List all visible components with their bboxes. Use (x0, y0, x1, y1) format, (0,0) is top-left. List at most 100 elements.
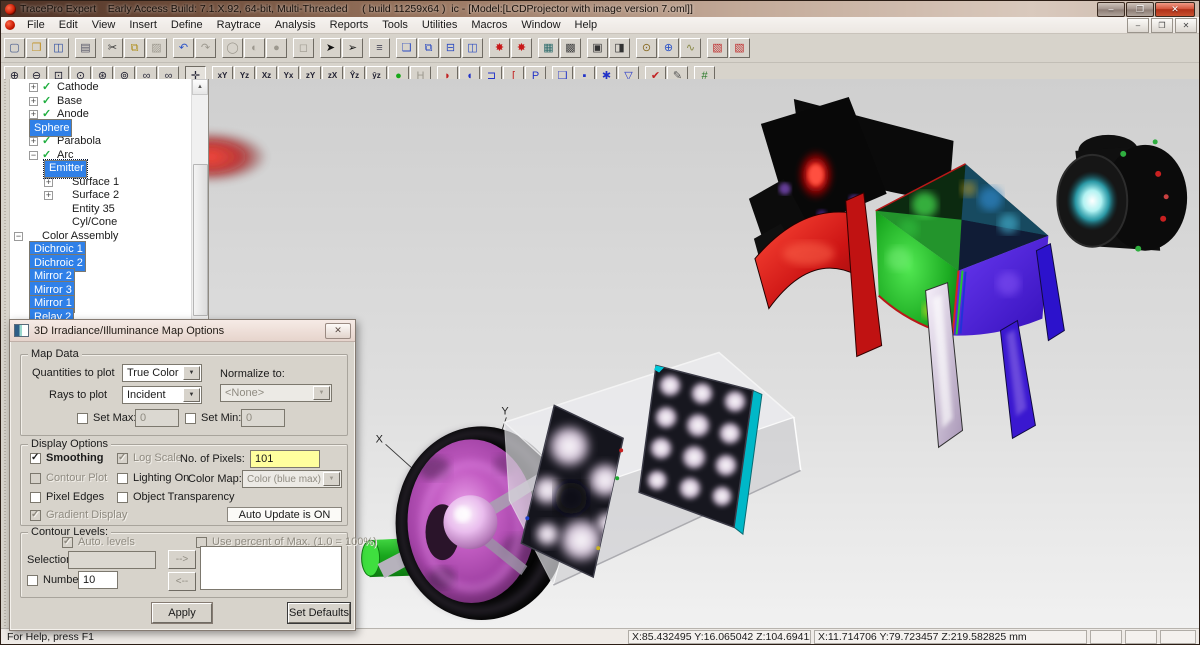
raytrace-audit-icon[interactable]: ✸ (489, 38, 510, 58)
menu-analysis[interactable]: Analysis (268, 18, 323, 32)
cut-icon[interactable]: ✂ (102, 38, 123, 58)
expand-icon[interactable]: + (29, 97, 38, 106)
tree-item-arc[interactable]: −✓Arc (10, 149, 191, 163)
menu-reports[interactable]: Reports (323, 18, 376, 32)
quantities-select[interactable]: True Color▼ (122, 364, 202, 382)
expand-icon[interactable]: + (29, 137, 38, 146)
apply-button[interactable]: Apply (152, 603, 212, 623)
undo-icon[interactable]: ↶ (173, 38, 194, 58)
mdi-minimize-button[interactable]: – (1127, 18, 1149, 33)
checkbox-box[interactable] (185, 413, 196, 424)
contour-levels-list[interactable] (200, 546, 342, 590)
menu-utilities[interactable]: Utilities (415, 18, 464, 32)
grid-options-icon[interactable]: ▩ (560, 38, 581, 58)
expand-icon[interactable]: + (44, 178, 53, 187)
menu-tools[interactable]: Tools (375, 18, 415, 32)
irradiance-map-icon[interactable]: ▣ (587, 38, 608, 58)
maximize-button[interactable]: ❐ (1126, 2, 1154, 17)
mdi-restore-button[interactable]: ❐ (1151, 18, 1173, 33)
chevron-down-icon[interactable]: ▼ (183, 366, 200, 380)
checkbox-box[interactable] (117, 492, 128, 503)
checkbox-box[interactable] (30, 492, 41, 503)
scrollbar-up-icon[interactable]: ▲ (192, 79, 208, 95)
copy-icon[interactable]: ⧉ (124, 38, 145, 58)
auto-update-indicator[interactable]: Auto Update is ON (227, 507, 342, 522)
toolbar-group: ◯◐● (222, 38, 288, 58)
opl-tool-icon[interactable]: ▧ (729, 38, 750, 58)
tree-item-label[interactable]: Cathode (55, 81, 101, 94)
set-max-checkbox[interactable]: Set Max: (77, 412, 136, 424)
expand-icon[interactable]: + (44, 191, 53, 200)
set-min-checkbox[interactable]: Set Min: (185, 412, 241, 424)
pixel-edges-checkbox[interactable]: Pixel Edges (30, 491, 104, 503)
tree-item-base[interactable]: +✓Base (10, 95, 191, 109)
tree-item-surface-2[interactable]: + Surface 2 (10, 189, 191, 203)
new-window-icon[interactable]: ❑ (396, 38, 417, 58)
minimize-button[interactable]: – (1097, 2, 1125, 17)
tile-horizontal-icon[interactable]: ⊟ (440, 38, 461, 58)
number-input[interactable]: 10 (78, 571, 118, 589)
tree-item-label[interactable]: Base (55, 95, 84, 108)
tree-item-cyl-cone[interactable]: Cyl/Cone (10, 216, 191, 230)
chevron-down-icon[interactable]: ▼ (183, 388, 200, 402)
checkbox-box[interactable] (30, 453, 41, 464)
scrollbar-thumb[interactable] (193, 164, 208, 316)
tree-item-entity-35[interactable]: Entity 35 (10, 203, 191, 217)
tree-item-surface-1[interactable]: +Surface 1 (10, 176, 191, 190)
tree-item-label[interactable]: Emitter (44, 160, 87, 178)
new-file-icon[interactable]: ▢ (4, 38, 25, 58)
set-defaults-button[interactable]: Set Defaults (288, 603, 350, 623)
lighting-on-checkbox[interactable]: Lighting On (117, 472, 189, 484)
object-transparency-checkbox[interactable]: Object Transparency (117, 491, 235, 503)
tree-item-emitter[interactable]: +Emitter (10, 162, 191, 176)
vertex-pick-icon[interactable]: ➢ (342, 38, 363, 58)
close-button[interactable]: ✕ (1155, 2, 1195, 17)
cascade-windows-icon[interactable]: ⧉ (418, 38, 439, 58)
save-file-icon[interactable]: ◫ (48, 38, 69, 58)
print-icon[interactable]: ▤ (75, 38, 96, 58)
integrator-rod[interactable] (1057, 135, 1187, 252)
collapse-icon[interactable]: − (29, 151, 38, 160)
expand-icon[interactable]: + (29, 83, 38, 92)
grid-raytrace-icon[interactable]: ▦ (538, 38, 559, 58)
tree-item-label[interactable]: Surface 2 (70, 189, 121, 202)
tree-item-label[interactable]: Entity 35 (70, 203, 117, 216)
dialog-title-bar[interactable]: 3D Irradiance/Illuminance Map Options ✕ (10, 320, 355, 342)
expand-icon[interactable]: + (29, 110, 38, 119)
candela-plot-icon[interactable]: ⊙ (636, 38, 657, 58)
notes-icon[interactable]: ≡ (369, 38, 390, 58)
menu-help[interactable]: Help (568, 18, 605, 32)
select-arrow-icon[interactable]: ➤ (320, 38, 341, 58)
tree-item-label[interactable]: Sphere (29, 119, 72, 137)
document-icon (5, 20, 15, 30)
mdi-close-button[interactable]: ✕ (1175, 18, 1197, 33)
pixels-input[interactable]: 101 (250, 450, 320, 468)
dialog-close-icon[interactable]: ✕ (325, 323, 351, 339)
menu-raytrace[interactable]: Raytrace (210, 18, 268, 32)
irradiance-3d-map-icon[interactable]: ◨ (609, 38, 630, 58)
checkbox-box[interactable] (117, 473, 128, 484)
menu-edit[interactable]: Edit (52, 18, 85, 32)
menu-insert[interactable]: Insert (122, 18, 164, 32)
rays-select[interactable]: Incident▼ (122, 386, 202, 404)
luminance-chart-icon[interactable]: ∿ (680, 38, 701, 58)
tree-item-sphere[interactable]: +✓Sphere (10, 122, 191, 136)
menu-macros[interactable]: Macros (464, 18, 514, 32)
menu-window[interactable]: Window (514, 18, 567, 32)
checkbox-box[interactable] (27, 575, 38, 586)
smoothing-checkbox[interactable]: Smoothing (30, 452, 103, 464)
tile-vertical-icon[interactable]: ◫ (462, 38, 483, 58)
tree-item-cathode[interactable]: +✓Cathode (10, 81, 191, 95)
menu-file[interactable]: File (20, 18, 52, 32)
illuminance-globe-icon[interactable]: ⊕ (658, 38, 679, 58)
number-checkbox[interactable]: Number: (27, 574, 85, 586)
menu-view[interactable]: View (85, 18, 123, 32)
collapse-icon[interactable]: − (14, 232, 23, 241)
menu-define[interactable]: Define (164, 18, 210, 32)
raytrace-reu-icon[interactable]: ✸ (511, 38, 532, 58)
tree-item-label[interactable]: Cyl/Cone (70, 216, 119, 229)
srt-tool-icon[interactable]: ▧ (707, 38, 728, 58)
dichroic-blade-blue-2[interactable] (1000, 321, 1035, 439)
checkbox-box[interactable] (77, 413, 88, 424)
open-file-icon[interactable]: ❒ (26, 38, 47, 58)
